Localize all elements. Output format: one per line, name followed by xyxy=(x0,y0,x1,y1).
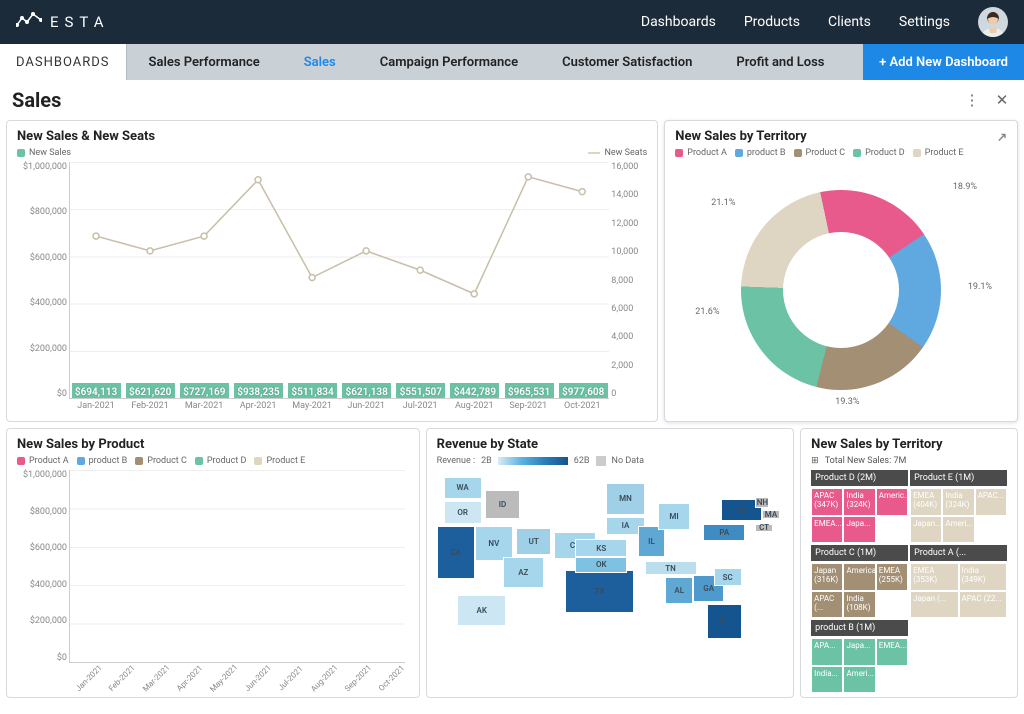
donut-label-c: 19.3% xyxy=(835,397,859,407)
panel-revenue-by-state: Revenue by State Revenue : 2B 62B No Data W… xyxy=(426,428,794,698)
map-max: 62B xyxy=(574,456,590,466)
close-icon[interactable]: ✕ xyxy=(992,90,1012,110)
panel4-title: Revenue by State xyxy=(437,437,538,452)
tab-campaign-performance[interactable]: Campaign Performance xyxy=(358,44,540,80)
legend-new-seats: New Seats xyxy=(604,148,647,158)
panel-sales-by-product: New Sales by Product Product Aproduct BP… xyxy=(6,428,420,698)
expand-icon[interactable]: ↗ xyxy=(997,130,1007,144)
us-map[interactable]: WAORCAIDNVUTAZCOTXOKKSIAMNILMITNALGASCFL… xyxy=(437,470,783,693)
nav-settings[interactable]: Settings xyxy=(899,14,950,30)
top-nav: ESTA Dashboards Products Clients Setting… xyxy=(0,0,1024,44)
more-icon[interactable]: ⋮ xyxy=(962,90,982,110)
tab-customer-satisfaction[interactable]: Customer Satisfaction xyxy=(540,44,714,80)
title-bar: Sales ⋮ ✕ xyxy=(0,80,1024,120)
tabs-bar: DASHBOARDS Sales Performance Sales Campa… xyxy=(0,44,1024,80)
nav-clients[interactable]: Clients xyxy=(828,14,871,30)
map-legend-label: Revenue : xyxy=(437,456,475,466)
tab-sales-performance[interactable]: Sales Performance xyxy=(127,44,282,80)
donut-label-d: 21.6% xyxy=(695,307,719,317)
chart-stacked: $1,000,000$800,000$600,000$400,000$200,0… xyxy=(17,470,409,693)
donut-label-a: 18.9% xyxy=(953,182,977,192)
logo[interactable]: ESTA xyxy=(16,10,110,34)
treemap-icon: ⊞ xyxy=(811,456,819,466)
donut-label-e: 21.1% xyxy=(711,198,735,208)
legend-new-sales: New Sales xyxy=(29,148,71,158)
tab-profit-and-loss[interactable]: Profit and Loss xyxy=(714,44,846,80)
page-title: Sales xyxy=(12,88,61,112)
avatar[interactable] xyxy=(978,7,1008,37)
donut-label-b: 19.1% xyxy=(968,282,992,292)
logo-icon xyxy=(16,10,42,34)
nav-products[interactable]: Products xyxy=(744,14,800,30)
nav-dashboards[interactable]: Dashboards xyxy=(641,14,716,30)
panel5-title: New Sales by Territory xyxy=(811,437,942,452)
panel2-title: New Sales by Territory xyxy=(675,129,806,144)
panel-treemap: New Sales by Territory ⊞ Total New Sales:… xyxy=(800,428,1018,698)
tab-sales[interactable]: Sales xyxy=(282,44,358,80)
brand-name: ESTA xyxy=(50,13,110,31)
map-nodata: No Data xyxy=(612,456,644,466)
panel1-title: New Sales & New Seats xyxy=(17,129,155,144)
map-min: 2B xyxy=(481,456,492,466)
panel3-title: New Sales by Product xyxy=(17,437,144,452)
panel-new-sales-seats: New Sales & New Seats New Sales New Seat… xyxy=(6,120,658,422)
tabs-title: DASHBOARDS xyxy=(0,44,127,80)
donut-chart: 18.9% 19.1% 19.3% 21.6% 21.1% xyxy=(675,162,1007,417)
panel-territory-donut: New Sales by Territory↗ Product Aproduct… xyxy=(664,120,1018,422)
treemap-subtitle: Total New Sales: 7M xyxy=(825,456,907,466)
color-scale xyxy=(498,457,568,465)
treemap[interactable]: Product D (2M)APAC (347K)India (324K)Ame… xyxy=(811,470,1007,693)
chart-sales-seats: $1,000,000$800,000$600,000$400,000$200,0… xyxy=(17,162,647,417)
add-new-dashboard-button[interactable]: + Add New Dashboard xyxy=(863,44,1024,80)
